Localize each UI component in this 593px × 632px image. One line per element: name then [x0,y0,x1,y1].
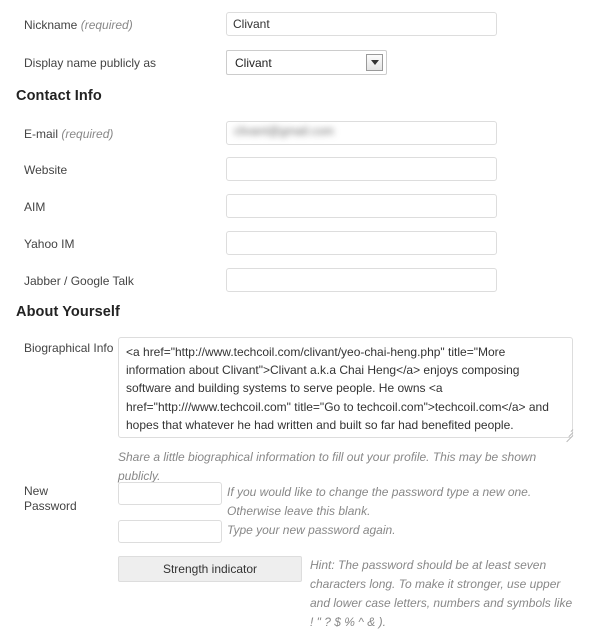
website-label: Website [24,163,67,178]
biographical-info-description: Share a little biographical information … [118,450,537,483]
email-input[interactable]: clivant@gmail.com [226,121,497,145]
email-required-note: (required) [61,127,114,141]
confirm-password-input[interactable] [118,520,222,543]
yahoo-im-input[interactable] [226,231,497,255]
new-password-description: If you would like to change the password… [227,485,532,518]
website-label-text: Website [24,163,68,177]
display-name-label: Display name publicly as [24,56,156,71]
caret-glyph [370,60,379,65]
field-row-website: Website [0,157,593,187]
yahoo-im-label: Yahoo IM [24,237,74,252]
nickname-required-note: (required) [80,18,133,32]
field-row-display-name: Display name publicly as Clivant [0,50,593,80]
aim-label-text: AIM [24,200,46,214]
biographical-info-textarea[interactable]: <a href="http://www.techcoil.com/clivant… [118,337,573,438]
field-row-email: E-mail (required) clivant@gmail.com [0,121,593,151]
jabber-label: Jabber / Google Talk [24,274,134,289]
chevron-down-icon[interactable] [366,54,383,71]
jabber-label-text: Jabber / Google Talk [24,274,134,288]
field-row-yahoo-im: Yahoo IM [0,231,593,261]
password-strength-indicator: Strength indicator [118,556,302,582]
nickname-label-text: Nickname [24,18,78,32]
jabber-input[interactable] [226,268,497,292]
contact-info-heading: Contact Info [16,88,102,104]
new-password-input[interactable] [118,482,222,505]
nickname-input[interactable] [226,12,497,36]
display-name-selected-value: Clivant [235,56,272,70]
yahoo-im-label-text: Yahoo IM [24,237,75,251]
display-name-select[interactable]: Clivant [226,50,387,75]
website-input[interactable] [226,157,497,181]
aim-label: AIM [24,200,45,215]
new-password-label: New Password [24,484,77,513]
email-label-text: E-mail [24,127,59,141]
password-hint: Hint: The password should be at least se… [310,558,573,629]
confirm-password-description: Type your new password again. [227,523,396,537]
field-row-aim: AIM [0,194,593,224]
field-row-jabber: Jabber / Google Talk [0,268,593,298]
email-redacted-value: clivant@gmail.com [234,126,335,138]
profile-settings-page: Nickname (required) Display name publicl… [0,0,593,629]
biographical-info-label: Biographical Info [24,341,114,355]
email-label: E-mail (required) [24,127,113,142]
nickname-label: Nickname (required) [24,18,133,33]
field-row-nickname: Nickname (required) [0,12,593,42]
about-yourself-heading: About Yourself [16,304,120,320]
display-name-label-text: Display name publicly as [24,56,157,70]
aim-input[interactable] [226,194,497,218]
